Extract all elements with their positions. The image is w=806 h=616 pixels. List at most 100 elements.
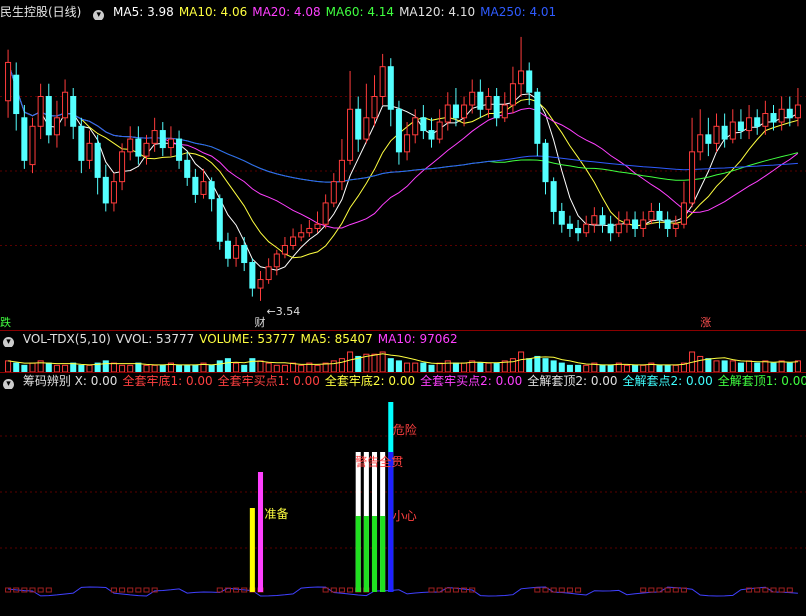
candle-body (469, 91, 476, 106)
price-chart[interactable]: ←3.54 跌 财 涨 (0, 0, 806, 330)
ind-label-6: 全解套点2: 0.00 (622, 374, 713, 388)
volume-bar (632, 364, 639, 372)
candle-body (412, 117, 419, 136)
candle (62, 79, 69, 127)
candle-body (672, 223, 679, 229)
ma-line-ma5 (7, 62, 799, 271)
candle-body (534, 91, 541, 144)
candle (86, 130, 93, 169)
marker-bottom-right: 涨 (700, 316, 711, 329)
volume-bar (78, 364, 85, 372)
volume-bar (29, 362, 36, 372)
candle-body (70, 96, 77, 127)
candle (550, 177, 557, 225)
volume-bar (412, 362, 419, 372)
volume-bar (379, 351, 386, 372)
volume-bar (176, 364, 183, 372)
volume-bar (444, 360, 451, 372)
volume-bar (721, 360, 728, 372)
volume-chart[interactable] (0, 348, 806, 372)
candle (436, 109, 443, 144)
candle (534, 87, 541, 157)
candle (94, 134, 101, 195)
candle-body (501, 104, 508, 119)
indicator-small-bar (428, 587, 435, 593)
candle (680, 181, 687, 229)
candle-body (216, 198, 223, 242)
candle (21, 105, 28, 169)
candle-body (477, 91, 484, 110)
candle (241, 236, 248, 272)
candle-body (5, 61, 12, 102)
volume-bar (762, 360, 769, 372)
candle-body (623, 219, 630, 225)
indicator-baseline (8, 586, 798, 597)
volume-bar (794, 360, 801, 372)
indicator-chart[interactable]: 准备 危险小心 警告全贯 (0, 390, 806, 616)
candle-body (754, 117, 761, 127)
volume-bar (737, 362, 744, 372)
candle-body (444, 104, 451, 123)
candle (477, 79, 484, 118)
candle-body (290, 236, 297, 247)
volume-bar (550, 360, 557, 372)
candle-body (13, 74, 20, 115)
volume-bar (705, 358, 712, 372)
candle (290, 228, 297, 250)
candle (233, 236, 240, 267)
candle (45, 83, 52, 144)
candle (689, 117, 696, 208)
volume-bar (224, 358, 231, 372)
candle (395, 100, 402, 165)
candle-body (509, 83, 516, 106)
volume-bar (70, 362, 77, 372)
candle-body (420, 117, 427, 132)
candle-body (485, 96, 492, 110)
volume-bar (558, 362, 565, 372)
candle (363, 83, 370, 144)
volume-bar (428, 364, 435, 372)
ind-label-5: 全解套顶2: 0.00 (527, 374, 618, 388)
candle-body (615, 223, 622, 234)
candle (322, 194, 329, 229)
settings-icon[interactable]: ▾ (3, 379, 14, 389)
candle (575, 219, 582, 242)
indicator-header: ▾ 筹码辨别 X: 0.00 全套牢底1: 0.00 全套牢买点1: 0.00 全套牢… (0, 373, 806, 389)
volume-bar (599, 364, 606, 372)
candle-body (721, 125, 728, 140)
low-price-label: ←3.54 (267, 305, 301, 318)
candle-body (200, 181, 207, 195)
candle-body (314, 223, 321, 229)
volume-bar (110, 362, 117, 372)
candle-body (737, 121, 744, 132)
indicator-small-bar (135, 587, 142, 593)
volume-bar (672, 364, 679, 372)
candle-body (762, 113, 769, 127)
volume-bar (583, 364, 590, 372)
label-ready: 准备 (265, 507, 289, 521)
vol-label-1: VVOL: 53777 (115, 332, 195, 346)
volume-bar (249, 358, 256, 372)
candle (37, 83, 44, 140)
volume-bar (786, 362, 793, 372)
volume-bar (371, 353, 378, 372)
volume-bar (184, 364, 191, 372)
indicator-bar-lower (363, 516, 369, 592)
candle (607, 215, 614, 242)
vol-label-0: VOL-TDX(5,10) (22, 332, 111, 346)
candle (265, 258, 272, 284)
indicator-small-bar (119, 587, 126, 593)
volume-legend: VOL-TDX(5,10) VVOL: 53777 VOLUME: 53777 MA5… (23, 332, 463, 346)
volume-bar (534, 355, 541, 372)
volume-bar (729, 360, 736, 372)
volume-bar (713, 360, 720, 372)
volume-bar (542, 358, 549, 372)
candle (599, 207, 606, 233)
indicator-small-bar (778, 587, 785, 593)
candle (632, 211, 639, 237)
settings-icon[interactable]: ▾ (3, 337, 14, 347)
volume-bar (395, 360, 402, 372)
volume-bar (151, 364, 158, 372)
candle-body (371, 96, 378, 119)
candle (338, 139, 345, 191)
